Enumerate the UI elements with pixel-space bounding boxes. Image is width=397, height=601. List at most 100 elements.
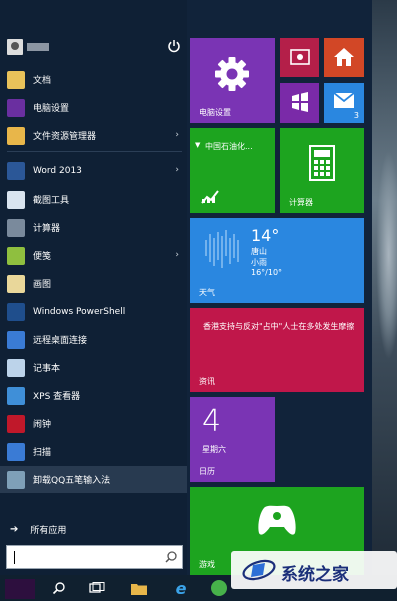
user-name-redacted bbox=[27, 43, 49, 51]
taskbar-app-button[interactable] bbox=[208, 578, 230, 598]
menu-item[interactable]: 卸载QQ五笔输入法 bbox=[0, 466, 187, 493]
documents-icon bbox=[7, 70, 25, 89]
news-headline: 香港支持与反对"占中"人士在多处发生摩擦 bbox=[203, 322, 355, 331]
menu-item[interactable]: 记事本 bbox=[0, 354, 187, 381]
tile-news-label: 资讯 bbox=[199, 377, 215, 386]
weather-city: 唐山 bbox=[251, 247, 267, 256]
menu-item-label: 电脑设置 bbox=[33, 104, 70, 114]
tile-calendar-label: 日历 bbox=[199, 467, 215, 476]
search-icon bbox=[52, 582, 65, 595]
menu-item-label: XPS 查看器 bbox=[33, 392, 81, 402]
menu-item-label: Windows PowerShell bbox=[33, 306, 126, 317]
tile-news[interactable]: 香港支持与反对"占中"人士在多处发生摩擦 资讯 bbox=[190, 308, 364, 392]
menu-item-label: 闹钟 bbox=[33, 420, 52, 430]
taskbar-search-button[interactable] bbox=[48, 578, 70, 598]
menu-item[interactable]: 文件资源管理器 › bbox=[0, 122, 187, 149]
start-button[interactable] bbox=[5, 579, 35, 599]
tile-settings[interactable]: 电脑设置 bbox=[190, 38, 275, 123]
notepad-icon bbox=[7, 358, 25, 377]
taskbar-ie-button[interactable]: e bbox=[170, 578, 192, 598]
menu-item-label: 计算器 bbox=[33, 224, 61, 234]
search-icon[interactable] bbox=[164, 550, 178, 564]
all-apps-label: 所有应用 bbox=[30, 525, 67, 536]
tile-mail[interactable]: 3 bbox=[324, 83, 364, 123]
task-view-icon bbox=[89, 582, 105, 593]
user-avatar[interactable] bbox=[7, 39, 23, 55]
taskbar-explorer-button[interactable] bbox=[128, 578, 150, 598]
menu-item[interactable]: 画图 bbox=[0, 270, 187, 297]
tile-finance[interactable]: ▼ 中国石油化... bbox=[190, 128, 275, 213]
menu-item-label: 文件资源管理器 bbox=[33, 132, 97, 142]
tile-video[interactable] bbox=[280, 38, 319, 77]
start-left-pane: 文档 电脑设置 文件资源管理器 › Word 2013 › 截图工具 计算器 便笺 › 画图 Wind… bbox=[0, 0, 187, 575]
calendar-weekday: 星期六 bbox=[202, 445, 226, 454]
menu-item-label: 文档 bbox=[33, 76, 52, 86]
menu-item[interactable]: 远程桌面连接 bbox=[0, 326, 187, 353]
menu-item[interactable]: 计算器 bbox=[0, 214, 187, 241]
mail-badge-count: 3 bbox=[353, 111, 359, 120]
finance-triangle-icon: ▼ bbox=[195, 141, 201, 149]
menu-item-label: 截图工具 bbox=[33, 196, 70, 206]
watermark: 系统之家 bbox=[231, 551, 397, 589]
tile-store[interactable] bbox=[280, 83, 319, 123]
tile-weather-label: 天气 bbox=[199, 288, 215, 297]
tile-calculator[interactable]: 计算器 bbox=[280, 128, 364, 213]
mail-icon bbox=[334, 93, 354, 108]
folder-icon bbox=[131, 583, 147, 595]
alarm-clock-icon bbox=[7, 414, 25, 433]
menu-item-label: 扫描 bbox=[33, 448, 52, 458]
scan-icon bbox=[7, 442, 25, 461]
sticky-notes-icon bbox=[7, 246, 25, 265]
menu-item[interactable]: Windows PowerShell bbox=[0, 298, 187, 325]
rain-cloud-icon bbox=[205, 230, 239, 268]
search-box[interactable] bbox=[6, 545, 183, 569]
app-icon bbox=[211, 580, 227, 596]
tile-games-label: 游戏 bbox=[199, 560, 215, 569]
tile-calculator-label: 计算器 bbox=[289, 198, 313, 207]
chevron-right-icon[interactable]: › bbox=[175, 130, 179, 140]
xbox-controller-icon bbox=[258, 505, 296, 535]
desktop-background bbox=[372, 0, 397, 575]
power-icon[interactable] bbox=[167, 39, 181, 53]
tile-calendar[interactable]: 4 星期六 日历 bbox=[190, 397, 275, 482]
user-account-row[interactable] bbox=[0, 35, 187, 59]
menu-item-label: 便笺 bbox=[33, 252, 52, 262]
start-menu: 文档 电脑设置 文件资源管理器 › Word 2013 › 截图工具 计算器 便笺 › 画图 Wind… bbox=[0, 0, 372, 575]
remote-desktop-icon bbox=[7, 330, 25, 349]
uninstall-icon bbox=[7, 470, 25, 489]
xps-viewer-icon bbox=[7, 386, 25, 405]
menu-item-label: 卸载QQ五笔输入法 bbox=[33, 476, 111, 486]
chevron-right-icon[interactable]: › bbox=[175, 250, 179, 260]
menu-item[interactable]: 闹钟 bbox=[0, 410, 187, 437]
task-view-button[interactable] bbox=[86, 578, 108, 598]
menu-item[interactable]: 电脑设置 bbox=[0, 94, 187, 121]
finance-headline: 中国石油化... bbox=[205, 142, 253, 151]
file-explorer-icon bbox=[7, 126, 25, 145]
chevron-right-icon[interactable]: › bbox=[175, 165, 179, 175]
home-icon bbox=[334, 48, 354, 66]
menu-item[interactable]: 文档 bbox=[0, 66, 187, 93]
gear-icon bbox=[215, 57, 249, 91]
finance-chart-icon bbox=[201, 190, 219, 204]
all-apps-button[interactable]: ➔ 所有应用 bbox=[0, 517, 187, 541]
menu-item[interactable]: 截图工具 bbox=[0, 186, 187, 213]
calculator-icon bbox=[309, 145, 335, 181]
weather-condition: 小雨 bbox=[251, 258, 267, 267]
menu-item-label: 远程桌面连接 bbox=[33, 336, 88, 346]
word-icon bbox=[7, 161, 25, 180]
calculator-icon bbox=[7, 218, 25, 237]
weather-range: 16°/10° bbox=[251, 268, 283, 277]
watermark-text: 系统之家 bbox=[281, 565, 349, 585]
menu-item[interactable]: 扫描 bbox=[0, 438, 187, 465]
menu-item-label: 记事本 bbox=[33, 364, 61, 374]
tile-home[interactable] bbox=[324, 38, 364, 77]
menu-item[interactable]: 便笺 › bbox=[0, 242, 187, 269]
tile-weather[interactable]: 14° 唐山 小雨 16°/10° 天气 bbox=[190, 218, 364, 303]
internet-explorer-icon: e bbox=[175, 578, 187, 598]
arrow-right-icon: ➔ bbox=[10, 523, 19, 535]
powershell-icon bbox=[7, 302, 25, 321]
menu-item[interactable]: XPS 查看器 bbox=[0, 382, 187, 409]
menu-item[interactable]: Word 2013 › bbox=[0, 157, 187, 184]
video-icon bbox=[290, 49, 310, 65]
settings-gear-icon bbox=[7, 98, 25, 117]
